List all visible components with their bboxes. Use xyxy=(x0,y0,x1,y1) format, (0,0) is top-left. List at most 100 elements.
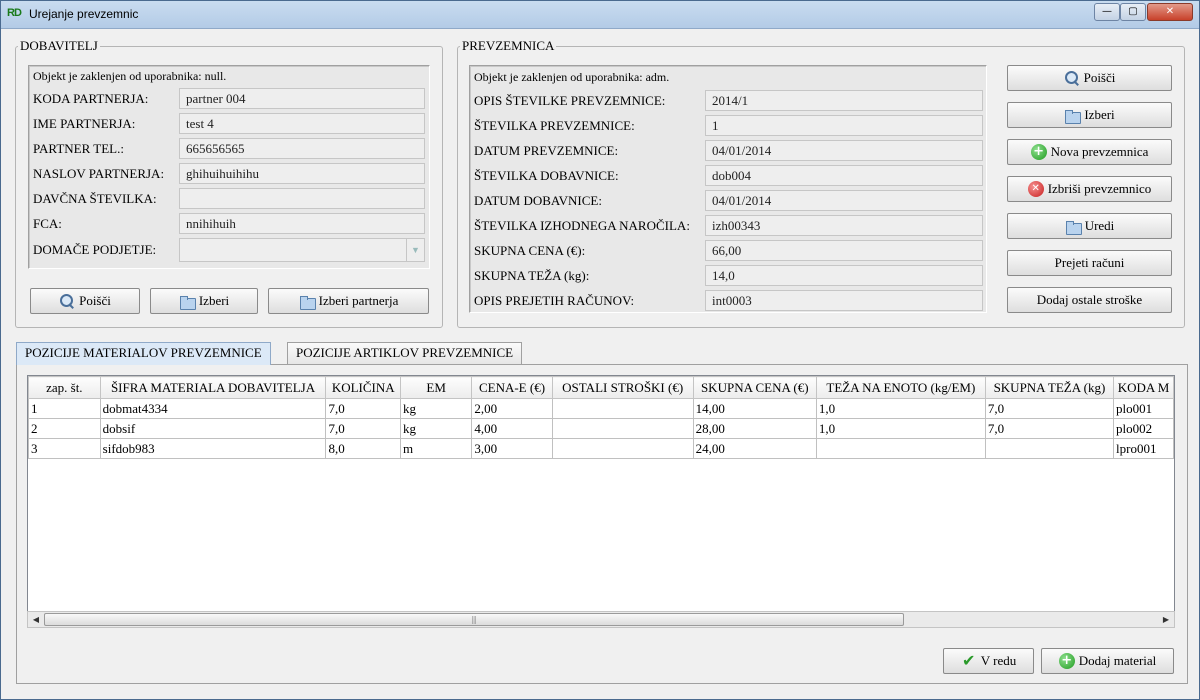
col-header-unit-price[interactable]: CENA-E (€) xyxy=(471,376,553,399)
ok-button[interactable]: ✔ V redu xyxy=(943,648,1034,674)
delivery-note-date-field[interactable]: 04/01/2014 xyxy=(705,190,983,211)
total-price-field[interactable]: 66,00 xyxy=(705,240,983,261)
domestic-company-select[interactable]: ▼ xyxy=(179,238,425,262)
select-partner-button[interactable]: Izberi partnerja xyxy=(268,288,429,314)
receipt-date-field[interactable]: 04/01/2014 xyxy=(705,140,983,161)
cell-other-costs[interactable] xyxy=(551,398,694,419)
col-header-total-weight[interactable]: SKUPNA TEŽA (kg) xyxy=(984,376,1115,399)
receipt-search-button[interactable]: Poišči xyxy=(1007,65,1172,91)
cell-total-price[interactable]: 28,00 xyxy=(692,418,817,439)
select-partner-label: Izberi partnerja xyxy=(318,293,399,308)
supplier-lock-message: Objekt je zaklenjen od uporabnika: null. xyxy=(33,69,227,83)
receipt-number-desc-field[interactable]: 2014/1 xyxy=(705,90,983,111)
cell-unit-price[interactable]: 3,00 xyxy=(471,438,553,459)
cell-unit[interactable]: kg xyxy=(400,398,473,419)
materials-table: zap. št. ŠIFRA MATERIALA DOBAVITELJA KOL… xyxy=(28,376,1174,459)
tab-material-positions[interactable]: POZICIJE MATERIALOV PREVZEMNICE xyxy=(16,342,271,365)
received-invoices-button[interactable]: Prejeti računi xyxy=(1007,250,1172,276)
add-other-costs-button[interactable]: Dodaj ostale stroške xyxy=(1007,287,1172,313)
title-bar: RD Urejanje prevzemnic — ▢ ✕ xyxy=(1,1,1199,29)
cell-index[interactable]: 2 xyxy=(28,418,101,439)
cell-total-weight[interactable]: 7,0 xyxy=(984,418,1115,439)
add-material-button[interactable]: + Dodaj material xyxy=(1041,648,1174,674)
cell-total-weight[interactable]: 7,0 xyxy=(984,398,1115,419)
minimize-button[interactable]: — xyxy=(1094,3,1120,21)
col-header-material-code[interactable]: KODA M xyxy=(1113,376,1174,399)
received-invoices-desc-field[interactable]: int0003 xyxy=(705,290,983,311)
partner-phone-label: PARTNER TEL.: xyxy=(33,141,124,156)
checkmark-icon: ✔ xyxy=(962,651,976,670)
cell-total-price[interactable]: 14,00 xyxy=(692,398,817,419)
col-header-other-costs[interactable]: OSTALI STROŠKI (€) xyxy=(551,376,694,399)
col-header-index[interactable]: zap. št. xyxy=(28,376,101,399)
partner-code-field[interactable]: partner 004 xyxy=(179,88,425,109)
search-icon xyxy=(59,293,75,309)
cell-unit-weight[interactable]: 1,0 xyxy=(815,398,986,419)
cell-total-weight[interactable] xyxy=(984,438,1115,459)
cell-unit-weight[interactable]: 1,0 xyxy=(815,418,986,439)
table-row[interactable]: 3 sifdob983 8,0 m 3,00 24,00 lpro001 xyxy=(28,438,1174,459)
cell-unit[interactable]: kg xyxy=(400,418,473,439)
search-icon xyxy=(1064,70,1080,86)
partner-name-field[interactable]: test 4 xyxy=(179,113,425,134)
receipt-lock-message: Objekt je zaklenjen od uporabnika: adm. xyxy=(474,70,670,84)
receipt-number-field[interactable]: 1 xyxy=(705,115,983,136)
cell-material-code[interactable]: plo001 xyxy=(1113,398,1174,419)
scroll-left-icon[interactable]: ◀ xyxy=(28,612,44,627)
cell-unit[interactable]: m xyxy=(400,438,473,459)
cell-material-code[interactable]: plo002 xyxy=(1113,418,1174,439)
total-price-label: SKUPNA CENA (€): xyxy=(474,243,586,258)
scroll-right-icon[interactable]: ▶ xyxy=(1158,612,1174,627)
col-header-unit-weight[interactable]: TEŽA NA ENOTO (kg/EM) xyxy=(815,376,986,399)
folder-open-icon xyxy=(1064,107,1082,124)
supplier-search-button[interactable]: Poišči xyxy=(30,288,140,314)
maximize-button[interactable]: ▢ xyxy=(1120,3,1146,21)
col-header-unit[interactable]: EM xyxy=(400,376,473,399)
table-header-row: zap. št. ŠIFRA MATERIALA DOBAVITELJA KOL… xyxy=(28,376,1174,399)
cell-index[interactable]: 3 xyxy=(28,438,101,459)
tax-number-field[interactable] xyxy=(179,188,425,209)
tab-article-positions[interactable]: POZICIJE ARTIKLOV PREVZEMNICE xyxy=(287,342,523,364)
outgoing-order-number-field[interactable]: izh00343 xyxy=(705,215,983,236)
col-header-supplier-material-code[interactable]: ŠIFRA MATERIALA DOBAVITELJA xyxy=(99,376,327,399)
cell-quantity[interactable]: 8,0 xyxy=(325,438,402,459)
cell-unit-price[interactable]: 4,00 xyxy=(471,418,553,439)
edit-button[interactable]: Uredi xyxy=(1007,213,1172,239)
delivery-note-number-field[interactable]: dob004 xyxy=(705,165,983,186)
cell-quantity[interactable]: 7,0 xyxy=(325,418,402,439)
col-header-total-price[interactable]: SKUPNA CENA (€) xyxy=(692,376,817,399)
domestic-company-label: DOMAČE PODJETJE: xyxy=(33,242,157,257)
app-icon: RD xyxy=(7,7,22,19)
folder-icon xyxy=(1065,218,1082,235)
cell-index[interactable]: 1 xyxy=(28,398,101,419)
fca-field[interactable]: nnihihuih xyxy=(179,213,425,234)
cell-quantity[interactable]: 7,0 xyxy=(325,398,402,419)
scrollbar-thumb[interactable]: ||| xyxy=(44,613,904,626)
cell-supplier-material-code[interactable]: sifdob983 xyxy=(99,438,327,459)
cell-total-price[interactable]: 24,00 xyxy=(692,438,817,459)
horizontal-scrollbar[interactable]: ◀ ||| ▶ xyxy=(27,611,1175,628)
cell-unit-price[interactable]: 2,00 xyxy=(471,398,553,419)
close-button[interactable]: ✕ xyxy=(1147,3,1193,21)
receipt-select-button[interactable]: Izberi xyxy=(1007,102,1172,128)
new-receipt-button[interactable]: + Nova prevzemnica xyxy=(1007,139,1172,165)
cell-supplier-material-code[interactable]: dobsif xyxy=(99,418,327,439)
table-row[interactable]: 2 dobsif 7,0 kg 4,00 28,00 1,0 7,0 plo00… xyxy=(28,418,1174,439)
chevron-down-icon[interactable]: ▼ xyxy=(406,239,424,261)
cell-other-costs[interactable] xyxy=(551,418,694,439)
cell-supplier-material-code[interactable]: dobmat4334 xyxy=(99,398,327,419)
outgoing-order-number-label: ŠTEVILKA IZHODNEGA NAROČILA: xyxy=(474,218,690,233)
cell-other-costs[interactable] xyxy=(551,438,694,459)
col-header-quantity[interactable]: KOLIČINA xyxy=(325,376,402,399)
partner-phone-field[interactable]: 665656565 xyxy=(179,138,425,159)
cell-unit-weight[interactable] xyxy=(815,438,986,459)
delete-receipt-button[interactable]: ✕ Izbriši prevzemnico xyxy=(1007,176,1172,202)
delete-receipt-label: Izbriši prevzemnico xyxy=(1047,181,1152,196)
partner-address-field[interactable]: ghihuihuihihu xyxy=(179,163,425,184)
table-row[interactable]: 1 dobmat4334 7,0 kg 2,00 14,00 1,0 7,0 p… xyxy=(28,398,1174,419)
supplier-select-button[interactable]: Izberi xyxy=(150,288,258,314)
total-weight-field[interactable]: 14,0 xyxy=(705,265,983,286)
receipt-number-label: ŠTEVILKA PREVZEMNICE: xyxy=(474,118,635,133)
cell-material-code[interactable]: lpro001 xyxy=(1113,438,1174,459)
window-title: Urejanje prevzemnic xyxy=(29,7,139,21)
